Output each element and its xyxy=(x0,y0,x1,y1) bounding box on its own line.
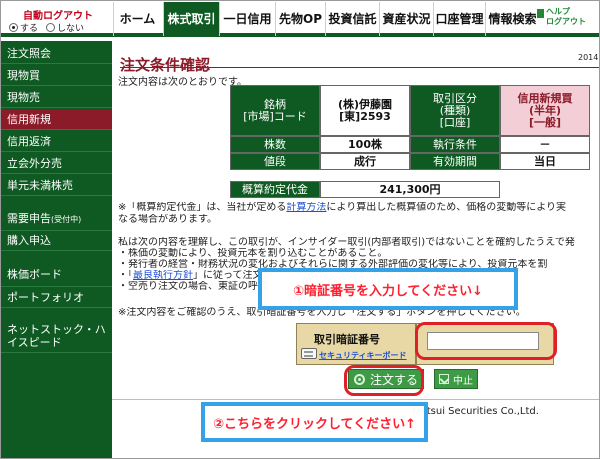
demand-report-status: (受付中) xyxy=(51,215,82,224)
estimate-note-line-2: なる場合があります。 xyxy=(118,214,217,225)
sidebar-item-odd-lot-sell[interactable]: 単元未満株売 xyxy=(1,176,112,196)
pin-input-highlight xyxy=(415,322,557,360)
cancel-icon xyxy=(439,374,449,384)
estimate-note-prefix: ※「概算約定代金」は、当社が定める xyxy=(118,202,287,213)
sidebar-item-purchase-application[interactable]: 購入申込 xyxy=(1,231,112,251)
tab-day-margin[interactable]: 一日信用 xyxy=(219,2,275,36)
sidebar-item-margin-repayment[interactable]: 信用返済 xyxy=(1,132,112,152)
price-label: 値段 xyxy=(230,153,320,170)
submit-button-highlight xyxy=(344,365,424,396)
click-instruction-callout: ②こちらをクリックしてください↑ xyxy=(201,402,428,442)
screenshot-root: 自動ログアウト する しない ホーム 株式取引 一日信用 先物OP 投資信託 資… xyxy=(0,0,600,459)
valid-period-label: 有効期間 xyxy=(410,153,500,170)
logout-link[interactable]: ログアウト xyxy=(546,17,586,26)
stock-code-label: 銘柄 [市場]コード xyxy=(230,85,320,136)
sidebar-item-portfolio[interactable]: ポートフォリオ xyxy=(1,288,112,308)
sidebar-item-off-auction-sale[interactable]: 立会外分売 xyxy=(1,154,112,174)
help-link[interactable]: ヘルプ xyxy=(546,7,570,16)
execution-condition-label: 執行条件 xyxy=(410,136,500,153)
auto-logout-off-radio[interactable] xyxy=(46,22,56,32)
shares-label: 株数 xyxy=(230,136,320,153)
best-execution-prefix: ・「 xyxy=(118,270,133,281)
cancel-order-button[interactable]: 中止 xyxy=(434,369,478,389)
auto-logout-options: する しない xyxy=(9,21,92,34)
auto-logout-on-label: する xyxy=(20,23,39,34)
tab-stock-trading[interactable]: 株式取引 xyxy=(163,2,219,36)
execution-condition-value: － xyxy=(500,136,590,153)
help-logout-text: ヘルプ ログアウト xyxy=(546,7,586,27)
auto-logout-control: 自動ログアウト する しない xyxy=(3,2,111,36)
sidebar: 注文照会 現物買 現物売 信用新規 信用返済 立会外分売 単元未満株売 需要申告… xyxy=(1,41,112,458)
sidebar-item-cash-buy[interactable]: 現物買 xyxy=(1,66,112,86)
estimated-amount-value: 241,300円 xyxy=(320,181,500,198)
cancel-order-label: 中止 xyxy=(453,375,473,387)
date-partial: 2014 xyxy=(578,53,599,62)
tab-futures-options[interactable]: 先物OP xyxy=(275,2,325,36)
page-title: 注文条件確認 xyxy=(120,56,211,74)
copyright-footer: Matsui Securities Co.,Ltd. xyxy=(412,406,539,417)
stock-code-value: (株)伊藤園 [東]2593 xyxy=(320,85,410,136)
auto-logout-on-radio[interactable] xyxy=(9,22,18,32)
sidebar-item-netstock-highspeed[interactable]: ネットストック・ハイスピード xyxy=(1,319,112,353)
security-keyboard-link[interactable]: セキュリティキーボード xyxy=(319,350,407,361)
tab-account-management[interactable]: 口座管理 xyxy=(433,2,485,36)
help-logout-links[interactable]: ヘルプ ログアウト xyxy=(537,7,586,31)
trade-type-value: 信用新規買 (半年) [一般] xyxy=(500,85,590,136)
shares-value: 100株 xyxy=(320,136,410,153)
estimated-amount-label: 概算約定代金 xyxy=(230,181,320,198)
tab-home[interactable]: ホーム xyxy=(113,2,161,36)
sidebar-item-demand-report[interactable]: 需要申告(受付中) xyxy=(1,209,112,231)
tab-information-search[interactable]: 情報検索 xyxy=(485,2,539,36)
sidebar-item-stock-board[interactable]: 株価ボード xyxy=(1,265,112,287)
tab-investment-trust[interactable]: 投資信託 xyxy=(325,2,379,36)
help-logout-icon xyxy=(537,9,544,18)
trading-pin-label-box: 取引暗証番号 セキュリティキーボード xyxy=(296,323,416,365)
demand-report-label: 需要申告 xyxy=(7,212,51,225)
sidebar-item-margin-new[interactable]: 信用新規 xyxy=(1,110,112,130)
auto-logout-off-label: しない xyxy=(57,23,85,34)
estimate-note-line-1: ※「概算約定代金」は、当社が定める計算方法により算出した概算値のため、価格の変動… xyxy=(118,202,596,214)
trade-type-label: 取引区分 (種類) [口座] xyxy=(410,85,500,136)
top-navigation: 自動ログアウト する しない ホーム 株式取引 一日信用 先物OP 投資信託 資… xyxy=(1,1,599,37)
pin-instruction-callout: ①暗証番号を入力してください↓ xyxy=(258,268,518,310)
tab-assets[interactable]: 資産状況 xyxy=(379,2,433,36)
trading-pin-title: 取引暗証番号 xyxy=(314,333,380,346)
price-value: 成行 xyxy=(320,153,410,170)
estimate-note-suffix: により算出した概算値のため、価格の変動等により実 xyxy=(326,202,566,213)
calculation-method-link[interactable]: 計算方法 xyxy=(286,202,326,213)
sidebar-item-order-inquiry[interactable]: 注文照会 xyxy=(1,44,112,64)
title-divider xyxy=(120,67,600,68)
keyboard-icon[interactable] xyxy=(301,348,317,359)
footer-divider xyxy=(112,399,600,400)
sidebar-item-cash-sell[interactable]: 現物売 xyxy=(1,88,112,108)
valid-period-value: 当日 xyxy=(500,153,590,170)
intro-text: 注文内容は次のとおりです。 xyxy=(118,77,247,88)
best-execution-policy-link[interactable]: 最良執行方針 xyxy=(133,270,193,281)
